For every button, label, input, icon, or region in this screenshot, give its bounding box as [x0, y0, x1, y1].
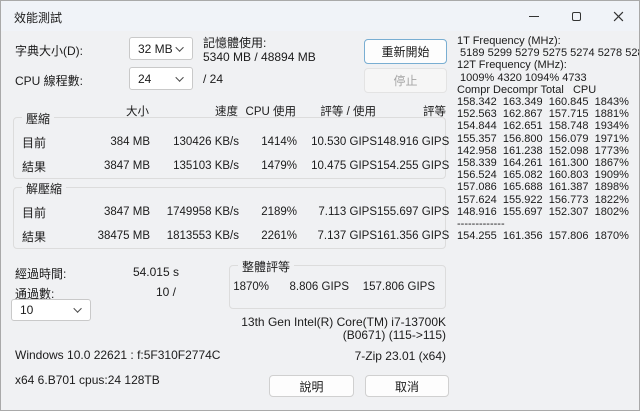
os-info: Windows 10.0 22621 : f:5F310F2774C: [15, 348, 221, 362]
restart-button-label: 重新開始: [381, 45, 430, 59]
cpu-info-total-line: 154.255 161.356 157.806 1870%: [457, 230, 629, 243]
cell-rating: 155.697 GIPS: [377, 206, 450, 218]
decompression-group-label: 解壓縮: [22, 180, 67, 197]
cpu-info-line: 1009% 4320 1094% 4733: [457, 71, 587, 84]
compression-group: 壓縮 目前 384 MB 130426 KB/s 1414% 10.530 GI…: [13, 110, 450, 179]
row-label: 結果: [22, 159, 47, 174]
help-button-label: 說明: [299, 379, 324, 394]
help-button[interactable]: 說明: [269, 375, 354, 397]
cell-rating: 161.356 GIPS: [377, 230, 450, 242]
maximize-icon: [571, 11, 581, 21]
table-row-decompression-current: 目前 3847 MB 1749958 KB/s 2189% 7.113 GIPS…: [14, 200, 450, 224]
overall-rating-group: 整體評等 1870% 8.806 GIPS 157.806 GIPS: [229, 258, 446, 309]
compression-group-label: 壓縮: [22, 110, 55, 127]
overall-rating-label: 整體評等: [238, 258, 295, 275]
maximize-button[interactable]: [554, 1, 598, 31]
row-label: 結果: [22, 229, 47, 244]
row-label: 目前: [22, 135, 47, 150]
cpu-threads-select[interactable]: 24: [129, 67, 193, 90]
cancel-button[interactable]: 取消: [365, 375, 449, 397]
overall-cpu-usage: 1870%: [233, 281, 269, 293]
cpu-info-separator: -------------: [457, 218, 505, 231]
close-button[interactable]: [596, 1, 639, 31]
cpu-info-line: 142.958 161.238 152.098 1773%: [457, 144, 629, 157]
cell-rating-usage: 7.113 GIPS: [318, 206, 377, 218]
dictionary-size-value: 32 MB: [138, 41, 173, 56]
stop-button[interactable]: 停止: [364, 68, 447, 93]
chevron-down-icon: [175, 42, 184, 52]
cpu-threads-label: CPU 線程數:: [15, 74, 84, 88]
benchmark-dialog: 效能測試 字典大小(D): 32 MB 記憶體使用: 5340 MB / 488…: [0, 0, 640, 411]
cpu-info-line: 155.357 156.800 156.079 1971%: [457, 132, 629, 145]
passes-select[interactable]: 10: [11, 299, 91, 321]
cpu-info-line: 158.342 163.349 160.845 1843%: [457, 96, 629, 109]
cell-size: 384 MB: [110, 136, 150, 148]
cell-rating-usage: 7.137 GIPS: [317, 230, 377, 242]
cell-rating: 154.255 GIPS: [377, 160, 450, 172]
cpu-info-line: 154.844 162.651 158.748 1934%: [457, 120, 629, 133]
cpu-info-line: 152.563 162.867 157.715 1881%: [457, 108, 629, 121]
arch-info: x64 6.B701 cpus:24 128TB: [15, 373, 160, 387]
cell-rating: 148.916 GIPS: [377, 136, 450, 148]
cpu-frequency-results: 1T Frequency (MHz): 5189 5299 5279 5275 …: [457, 35, 639, 242]
cell-speed: 135103 KB/s: [173, 160, 239, 172]
cpu-threads-total: / 24: [203, 72, 224, 86]
restart-button[interactable]: 重新開始: [364, 39, 447, 64]
decompression-group: 解壓縮 目前 3847 MB 1749958 KB/s 2189% 7.113 …: [13, 180, 450, 249]
passes-progress: 10 /: [155, 285, 176, 299]
cell-cpu-usage: 1414%: [261, 136, 297, 148]
overall-rating-usage: 8.806 GIPS: [289, 281, 349, 293]
cell-rating-usage: 10.475 GIPS: [311, 160, 377, 172]
cell-cpu-usage: 2261%: [261, 230, 297, 242]
cell-cpu-usage: 1479%: [261, 160, 297, 172]
cpu-stepping: (B0671) (115->115): [342, 328, 446, 342]
memory-usage-value: 5340 MB / 48894 MB: [203, 50, 316, 64]
passes-select-value: 10: [20, 303, 34, 317]
cpu-info-line: 158.339 164.261 161.300 1867%: [457, 157, 629, 170]
cell-size: 3847 MB: [103, 160, 150, 172]
cell-cpu-usage: 2189%: [261, 206, 297, 218]
overall-rating: 157.806 GIPS: [362, 281, 435, 293]
cpu-info-line: 148.916 155.697 152.307 1802%: [457, 205, 629, 218]
cell-size: 3847 MB: [103, 206, 150, 218]
minimize-icon: [529, 15, 539, 17]
dictionary-size-label: 字典大小(D):: [15, 44, 83, 58]
dictionary-size-select[interactable]: 32 MB: [129, 37, 193, 60]
cell-rating-usage: 10.530 GIPS: [311, 136, 377, 148]
cpu-info-line: Compr Decompr Total CPU: [457, 83, 597, 96]
memory-usage-label: 記憶體使用:: [203, 36, 267, 50]
cell-size: 38475 MB: [97, 230, 150, 242]
window-title: 效能測試: [14, 11, 63, 25]
table-row-decompression-result: 結果 38475 MB 1813553 KB/s 2261% 7.137 GIP…: [14, 224, 450, 248]
titlebar: 效能測試: [1, 1, 639, 31]
minimize-button[interactable]: [512, 1, 556, 31]
cpu-info-line: 5189 5299 5279 5275 5274 5278 5280: [457, 47, 640, 60]
close-icon: [613, 11, 623, 21]
cpu-threads-value: 24: [138, 71, 152, 86]
row-label: 目前: [22, 205, 47, 220]
chevron-down-icon: [73, 304, 82, 313]
cpu-info-line: 1T Frequency (MHz):: [457, 35, 561, 47]
cpu-name: 13th Gen Intel(R) Core(TM) i7-13700K: [241, 315, 446, 329]
app-version: 7-Zip 23.01 (x64): [354, 349, 446, 363]
elapsed-time-value: 54.015 s: [132, 265, 179, 279]
cpu-info-line: 157.086 165.688 161.387 1898%: [457, 181, 629, 194]
table-row-compression-current: 目前 384 MB 130426 KB/s 1414% 10.530 GIPS …: [14, 130, 450, 154]
cell-speed: 1813553 KB/s: [166, 230, 239, 242]
table-row-compression-result: 結果 3847 MB 135103 KB/s 1479% 10.475 GIPS…: [14, 154, 450, 178]
cell-speed: 130426 KB/s: [173, 136, 239, 148]
cpu-info-line: 12T Frequency (MHz):: [457, 59, 567, 72]
cell-speed: 1749958 KB/s: [166, 206, 239, 218]
cancel-button-label: 取消: [394, 379, 419, 394]
stop-button-label: 停止: [393, 74, 418, 88]
elapsed-time-label: 經過時間:: [15, 267, 67, 281]
cpu-info-line: 156.524 165.082 160.803 1909%: [457, 169, 629, 182]
cpu-info-line: 157.624 155.922 156.773 1822%: [457, 193, 629, 206]
chevron-down-icon: [175, 72, 184, 82]
